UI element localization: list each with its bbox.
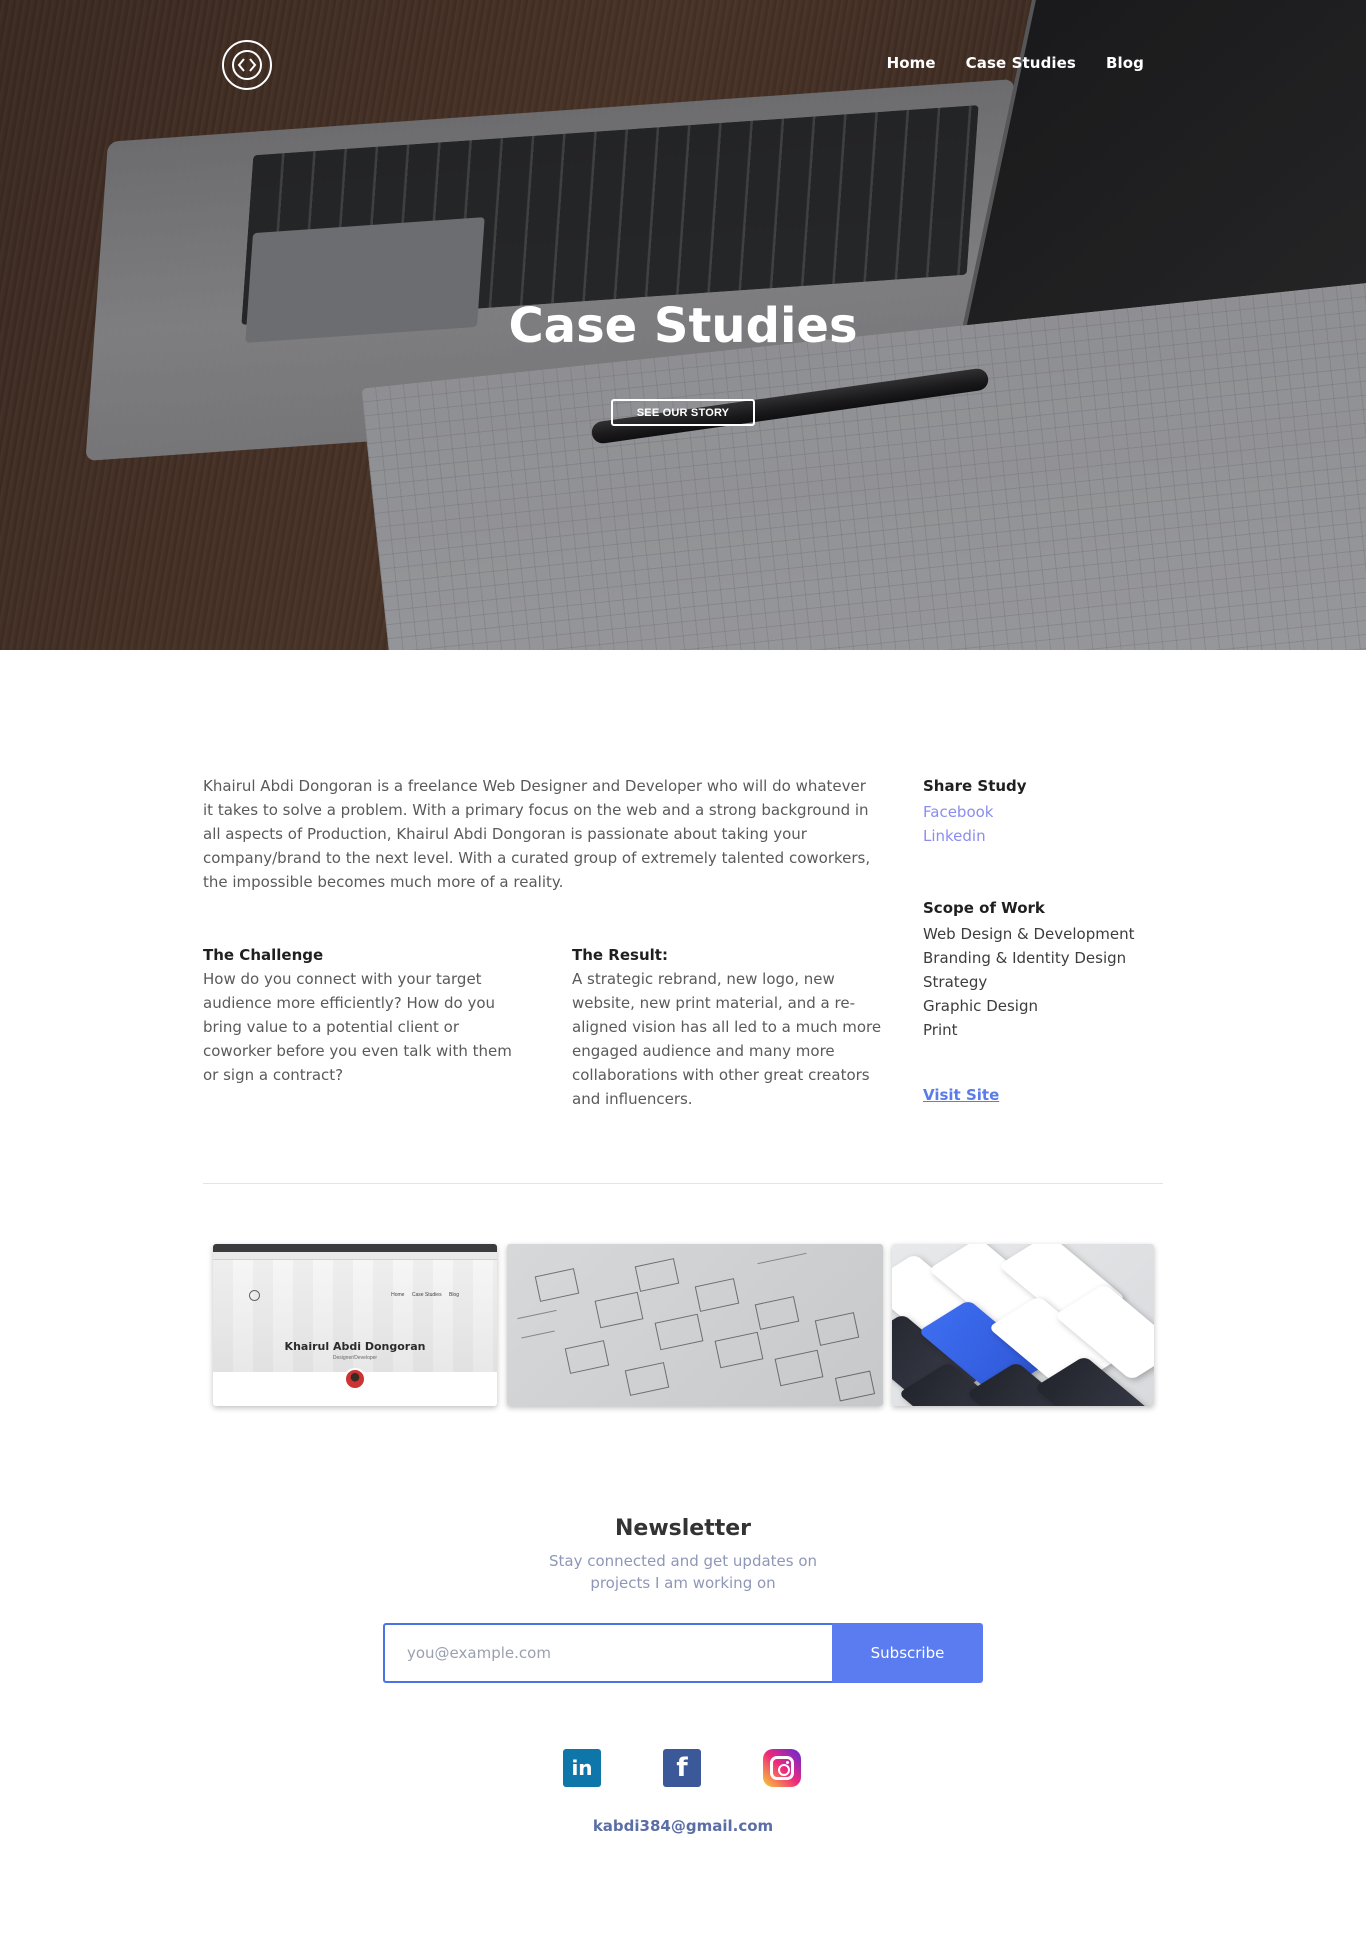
sketch-frame (654, 1313, 704, 1351)
browser-url-bar (213, 1252, 497, 1260)
see-our-story-button[interactable]: SEE OUR STORY (611, 399, 755, 426)
intro-paragraph: Khairul Abdi Dongoran is a freelance Web… (203, 777, 871, 891)
facebook-icon[interactable]: f (663, 1749, 701, 1787)
result-title: The Result: (572, 946, 668, 964)
sketch-line (757, 1252, 807, 1265)
mini-nav-blog: Blog (448, 1292, 459, 1298)
sidebar: Share Study Facebook Linkedin Scope of W… (923, 774, 1183, 1105)
sketch-frame (754, 1296, 800, 1330)
sketch-frame (534, 1268, 580, 1302)
mini-nav: Home Case Studies Blog (385, 1292, 459, 1298)
scope-item: Strategy (923, 973, 988, 991)
scope-item: Graphic Design (923, 997, 1038, 1015)
gallery-image-wireframe-sketches[interactable] (507, 1244, 883, 1406)
sketch-frame (624, 1362, 670, 1396)
mini-subtitle: Designer/Developer (332, 1355, 378, 1361)
scope-item: Branding & Identity Design (923, 949, 1127, 967)
share-linkedin-link[interactable]: Linkedin (923, 824, 1183, 848)
visit-site-link[interactable]: Visit Site (923, 1086, 999, 1104)
gallery-image-app-mockups[interactable] (892, 1244, 1154, 1406)
share-study-title: Share Study (923, 777, 1027, 795)
result-text: A strategic rebrand, new logo, new websi… (572, 970, 882, 1108)
sketch-frame (714, 1331, 764, 1369)
result-block: The Result: A strategic rebrand, new log… (572, 943, 882, 1111)
subscribe-button[interactable]: Subscribe (832, 1623, 983, 1683)
instagram-dot (786, 1761, 789, 1764)
browser-tab-bar (213, 1244, 497, 1252)
challenge-text: How do you connect with your target audi… (203, 970, 512, 1084)
instagram-glyph (770, 1756, 794, 1780)
contact-email-link[interactable]: kabdi384@gmail.com (0, 1817, 1366, 1835)
nav-link-home[interactable]: Home (887, 54, 936, 72)
nav-link-case-studies[interactable]: Case Studies (966, 54, 1076, 72)
nav-link-blog[interactable]: Blog (1106, 54, 1144, 72)
challenge-title: The Challenge (203, 946, 324, 964)
scope-title: Scope of Work (923, 899, 1045, 917)
sketch-frame (634, 1258, 680, 1292)
sketch-frame (594, 1291, 644, 1329)
mini-nav-case-studies: Case Studies (411, 1292, 442, 1298)
newsletter-subtitle: Stay connected and get updates on projec… (548, 1552, 818, 1592)
scope-item: Web Design & Development (923, 925, 1135, 943)
sketch-frame (814, 1312, 860, 1346)
mini-nav-home: Home (391, 1292, 405, 1298)
section-divider (203, 1183, 1163, 1184)
instagram-icon[interactable] (763, 1749, 801, 1787)
newsletter-form: Subscribe (383, 1623, 983, 1683)
mini-title: Khairul Abdi Dongoran (284, 1340, 426, 1353)
social-links: in f (563, 1749, 803, 1789)
code-brackets-circle-icon[interactable] (222, 40, 272, 90)
page-title: Case Studies (508, 298, 858, 354)
sketch-frame (834, 1370, 876, 1402)
sketch-frame (564, 1340, 610, 1374)
main-nav: Home Case Studies Blog (887, 54, 1144, 72)
scope-of-work: Scope of Work Web Design & Development B… (923, 896, 1183, 1042)
sketch-frame (694, 1278, 740, 1312)
hero-section: Home Case Studies Blog Case Studies SEE … (0, 0, 1366, 650)
mini-logo-icon (249, 1290, 260, 1301)
share-facebook-link[interactable]: Facebook (923, 800, 1183, 824)
mini-hero: Home Case Studies Blog Khairul Abdi Dong… (213, 1260, 497, 1372)
newsletter-title: Newsletter (614, 1516, 752, 1541)
sketch-line (521, 1330, 555, 1339)
linkedin-icon[interactable]: in (563, 1749, 601, 1787)
sketch-line (517, 1309, 557, 1320)
gallery-image-website-screenshot[interactable]: Home Case Studies Blog Khairul Abdi Dong… (213, 1244, 497, 1406)
challenge-block: The Challenge How do you connect with yo… (203, 943, 513, 1087)
avatar (344, 1368, 366, 1390)
scope-item: Print (923, 1021, 958, 1039)
email-field[interactable] (383, 1623, 832, 1683)
sketch-frame (774, 1349, 824, 1387)
